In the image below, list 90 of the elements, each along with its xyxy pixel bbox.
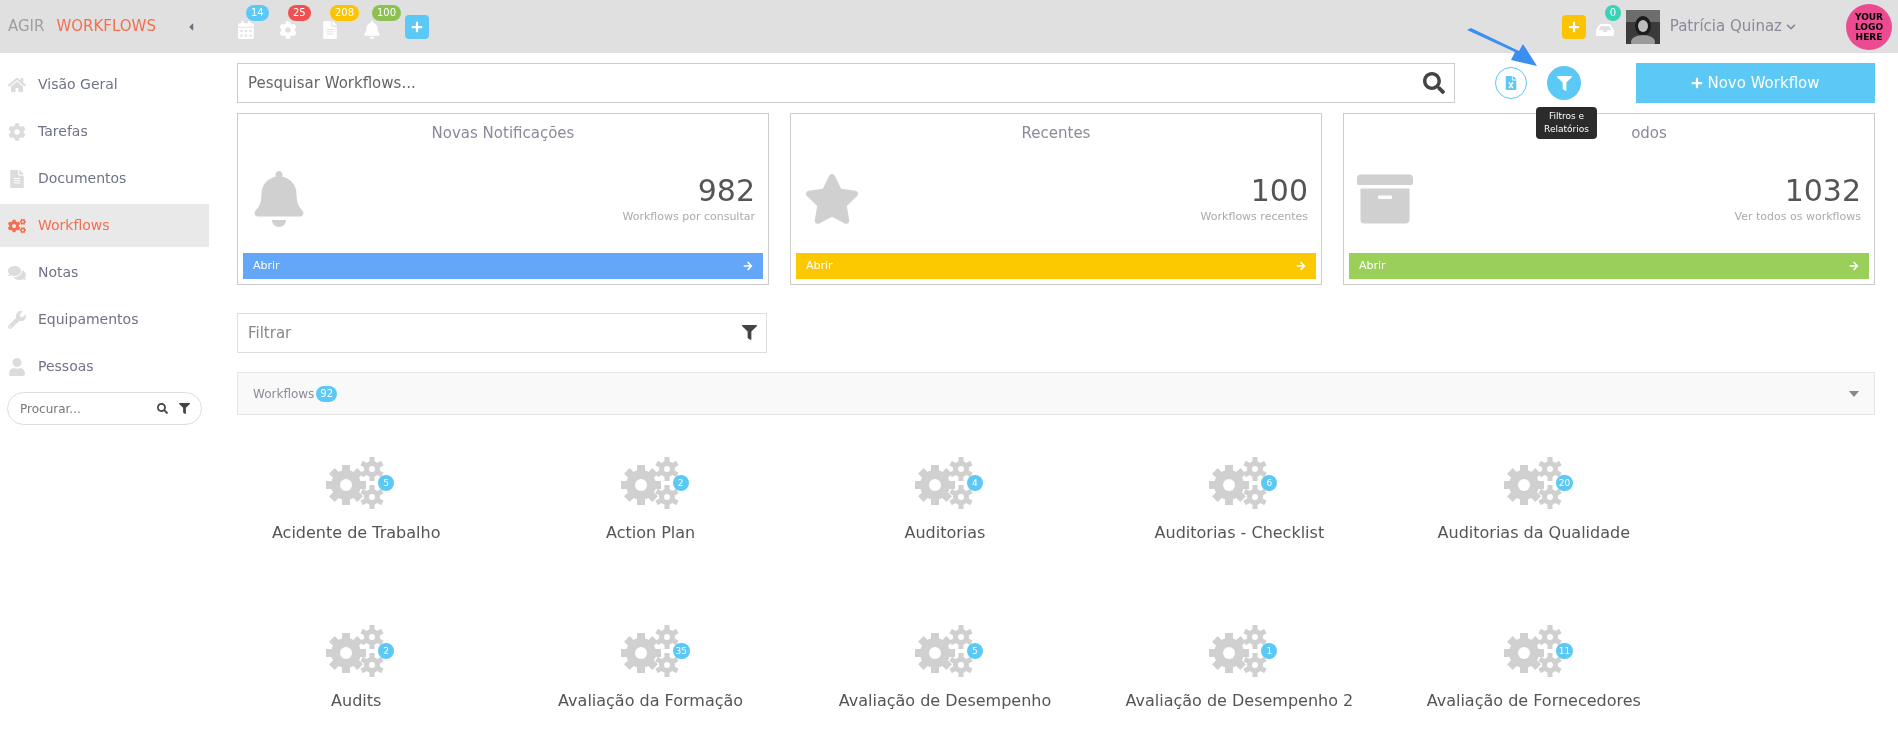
filter-field[interactable]: Filtrar <box>237 313 767 353</box>
count-badge: 11 <box>1555 643 1574 659</box>
workflow-name: Auditorias <box>904 522 986 544</box>
workflow-tile[interactable]: 2 Action Plan <box>503 445 798 585</box>
document-icon[interactable] <box>321 20 339 39</box>
workflow-tile[interactable]: 2 Audits <box>209 613 504 738</box>
count-badge: 2 <box>378 643 395 659</box>
workflow-name: Auditorias da Qualidade <box>1437 522 1630 544</box>
workflow-name: Acidente de Trabalho <box>271 522 441 544</box>
count-badge: 0 <box>1604 4 1622 21</box>
count-badge: 4 <box>967 475 983 491</box>
sidebar-item[interactable]: Tarefas <box>0 110 209 153</box>
filter-icon <box>1556 75 1572 91</box>
workflow-name: Avaliação de Fornecedores <box>1426 690 1641 712</box>
workflow-name: Avaliação de Desempenho 2 <box>1125 690 1354 712</box>
sidebar-item[interactable]: Equipamentos <box>0 298 209 341</box>
section-header[interactable]: Workflows 92 <box>237 372 1875 415</box>
sidebar-item[interactable]: Notas <box>0 251 209 294</box>
count-badge: 14 <box>246 4 269 21</box>
section-title: Workflows <box>253 385 315 403</box>
open-link[interactable]: Abrir <box>243 253 763 279</box>
chevron-down-icon <box>1786 21 1796 32</box>
count-badge: 20 <box>1555 475 1574 491</box>
count-badge: 5 <box>378 475 395 491</box>
brand-name: AGIR <box>8 16 45 38</box>
card-title: Recentes <box>1021 123 1091 144</box>
sidebar-item[interactable]: Visão Geral <box>0 63 209 106</box>
workflow-name: Action Plan <box>605 522 696 544</box>
card-caption: Ver todos os workflows <box>1734 208 1861 225</box>
card-caption: Workflows por consultar <box>622 208 755 225</box>
search-icon[interactable] <box>157 403 168 414</box>
count-badge: 100 <box>372 4 402 21</box>
card-title: odos <box>1631 123 1667 144</box>
workflow-name: Avaliação da Formação <box>558 690 744 712</box>
add-button[interactable] <box>1561 14 1586 39</box>
count-badge: 35 <box>672 643 691 659</box>
workflow-name: Avaliação de Desempenho <box>838 690 1052 712</box>
gear-icon[interactable] <box>279 20 297 39</box>
calendar-icon[interactable] <box>237 20 255 39</box>
sidebar-item[interactable]: Pessoas <box>0 345 209 388</box>
gears-icon <box>8 216 26 235</box>
home-icon <box>8 75 26 94</box>
filter-icon[interactable] <box>179 403 190 414</box>
document-icon <box>8 169 26 188</box>
plus-icon <box>1691 77 1704 89</box>
bell-icon[interactable] <box>363 20 381 39</box>
count-badge: 5 <box>967 643 983 659</box>
count-badge: 6 <box>1261 475 1278 491</box>
count-badge: 92 <box>316 385 338 402</box>
arrow-right-icon <box>1849 261 1859 271</box>
filter-icon[interactable] <box>742 325 757 340</box>
plus-icon <box>1567 20 1580 33</box>
count-badge: 25 <box>288 4 311 21</box>
workflow-tile[interactable]: 5 Acidente de Trabalho <box>209 445 504 585</box>
card-title: Novas Notificações <box>431 123 575 144</box>
spreadsheet-icon <box>1504 76 1518 90</box>
tooltip: Filtros e Relatórios <box>1536 107 1597 139</box>
add-button[interactable] <box>405 14 429 39</box>
plus-icon <box>411 20 423 33</box>
card-caption: Workflows recentes <box>1200 208 1308 225</box>
search-field[interactable]: Pesquisar Workflows... <box>237 63 1455 103</box>
workflow-name: Audits <box>331 690 382 712</box>
arrow-right-icon <box>743 261 753 271</box>
user-name[interactable]: Patrícia Quinaz <box>1669 15 1796 38</box>
filter-button[interactable] <box>1547 66 1581 100</box>
workflow-tile[interactable]: 5 Avaliação de Desempenho <box>797 613 1093 738</box>
workflow-tile[interactable]: 35 Avaliação da Formação <box>503 613 798 738</box>
search-icon[interactable] <box>1423 72 1445 94</box>
card-value: 982 <box>697 172 755 209</box>
sidebar-item[interactable]: Documentos <box>0 157 209 200</box>
person-icon <box>8 357 26 376</box>
workflow-tile[interactable]: 1 Avaliação de Desempenho 2 <box>1092 613 1387 738</box>
count-badge: 1 <box>1261 643 1278 659</box>
chat-icon <box>8 263 26 282</box>
count-badge: 208 <box>330 4 360 21</box>
sidebar-search-field[interactable]: Procurar... <box>7 392 202 425</box>
card-value: 1032 <box>1784 172 1861 209</box>
caret-down-icon[interactable] <box>1849 390 1859 397</box>
wrench-icon <box>8 310 26 329</box>
company-logo: YOUR LOGO HERE <box>1846 3 1892 50</box>
workflow-tile[interactable]: 11 Avaliação de Fornecedores <box>1386 613 1681 738</box>
arrow-right-icon <box>1296 261 1306 271</box>
gear-icon <box>8 122 26 141</box>
workflow-tile[interactable]: 4 Auditorias <box>797 445 1093 585</box>
workflow-tile[interactable]: 20 Auditorias da Qualidade <box>1386 445 1681 585</box>
workflow-tile[interactable]: 6 Auditorias - Checklist <box>1092 445 1387 585</box>
section-name: WORKFLOWS <box>56 16 156 38</box>
workflow-name: Auditorias - Checklist <box>1154 522 1325 544</box>
count-badge: 2 <box>672 475 689 491</box>
card-value: 100 <box>1250 172 1308 209</box>
